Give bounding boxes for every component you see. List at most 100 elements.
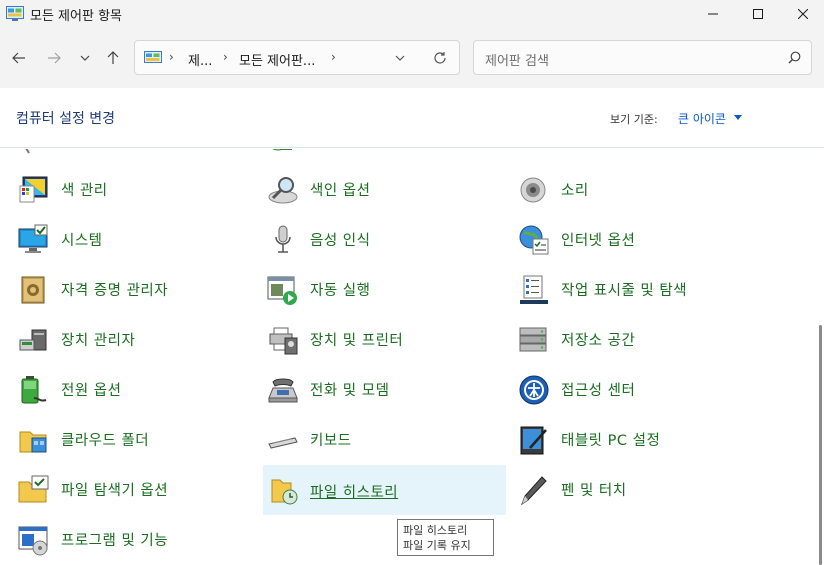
item-keyboard[interactable]: 키보드 xyxy=(267,415,507,461)
recent-locations-button[interactable] xyxy=(74,48,96,68)
ease-of-access-icon xyxy=(519,375,549,405)
file-history-icon xyxy=(271,479,298,505)
close-button[interactable] xyxy=(780,0,824,28)
page-title: 컴퓨터 설정 변경 xyxy=(16,111,116,127)
search-box[interactable]: 제어판 검색 xyxy=(473,40,812,75)
item-label: 펜 및 터치 xyxy=(561,483,627,499)
storage-spaces-icon xyxy=(519,327,547,352)
item-label: 색 관리 xyxy=(61,183,108,199)
item-label: 장치 관리자 xyxy=(61,333,136,349)
partial-item-icon xyxy=(518,149,548,155)
autoplay-icon xyxy=(267,276,297,305)
search-icon[interactable] xyxy=(788,51,801,64)
up-button[interactable] xyxy=(102,48,124,68)
breadcrumb-all-items[interactable]: 모든 제어판... xyxy=(239,50,315,69)
item-label: 작업 표시줄 및 탐색 xyxy=(561,283,688,299)
item-pen-touch[interactable]: 펜 및 터치 xyxy=(518,465,758,511)
item-file-history[interactable]: 파일 히스토리 xyxy=(263,465,506,515)
item-storage-spaces[interactable]: 저장소 공간 xyxy=(518,315,758,361)
minimize-button[interactable] xyxy=(690,0,736,28)
item-system[interactable]: 시스템 xyxy=(18,215,248,261)
item-label: 소리 xyxy=(561,183,589,199)
item-credential-manager[interactable]: 자격 증명 관리자 xyxy=(18,265,248,311)
navigation-bar: › 제... › 모든 제어판... › 제어판 검색 xyxy=(0,28,824,88)
color-management-icon xyxy=(19,176,48,203)
item-color-management[interactable]: 색 관리 xyxy=(18,165,248,211)
item-label: 전화 및 모뎀 xyxy=(310,383,390,399)
forward-button[interactable] xyxy=(43,48,65,68)
tablet-icon xyxy=(520,426,547,455)
item-power-options[interactable]: 전원 옵션 xyxy=(18,365,248,411)
work-folders-icon xyxy=(19,431,47,453)
search-input[interactable]: 제어판 검색 xyxy=(485,50,549,69)
item-label: 키보드 xyxy=(310,433,352,449)
vertical-scrollbar[interactable] xyxy=(816,149,824,565)
indexing-options-icon xyxy=(268,177,298,204)
partial-item-icon xyxy=(272,149,292,151)
view-by-dropdown[interactable]: 큰 아이콘 xyxy=(678,110,726,127)
speaker-icon xyxy=(520,177,546,203)
item-label: 저장소 공간 xyxy=(561,333,636,349)
maximize-icon xyxy=(753,9,763,19)
printer-icon xyxy=(269,327,298,355)
breadcrumb-control-panel[interactable]: 제... xyxy=(188,50,212,69)
item-device-manager[interactable]: 장치 관리자 xyxy=(18,315,248,361)
item-label: 접근성 센터 xyxy=(561,383,636,399)
programs-features-icon xyxy=(18,526,48,556)
item-phone-modem[interactable]: 전화 및 모뎀 xyxy=(267,365,507,411)
keyboard-icon xyxy=(268,437,298,449)
chevron-right-icon: › xyxy=(331,50,336,64)
item-sound[interactable]: 소리 xyxy=(518,165,758,211)
tooltip-title: 파일 히스토리 xyxy=(403,524,468,537)
item-label: 장치 및 프린터 xyxy=(310,333,404,349)
credential-vault-icon xyxy=(21,276,45,304)
item-label: 클라우드 폴더 xyxy=(61,433,150,449)
taskbar-icon xyxy=(520,275,548,304)
arrow-right-icon xyxy=(48,52,61,64)
refresh-icon[interactable] xyxy=(433,51,447,65)
content-header: 컴퓨터 설정 변경 보기 기준: 큰 아이콘 xyxy=(0,88,824,148)
item-label: 파일 탐색기 옵션 xyxy=(61,483,169,499)
item-label: 태블릿 PC 설정 xyxy=(561,433,661,449)
minimize-icon xyxy=(708,13,718,15)
item-label: 자동 실행 xyxy=(310,283,371,299)
partial-item-icon xyxy=(25,149,30,154)
item-tablet-pc[interactable]: 태블릿 PC 설정 xyxy=(518,415,758,461)
window-title: 모든 제어판 항목 xyxy=(30,9,122,24)
arrow-up-icon xyxy=(107,51,119,64)
control-panel-icon xyxy=(144,51,162,63)
item-label: 시스템 xyxy=(61,233,103,249)
chevron-right-icon: › xyxy=(169,50,174,64)
title-bar: 모든 제어판 항목 xyxy=(0,0,824,28)
chevron-down-icon xyxy=(80,55,90,61)
tooltip: 파일 히스토리 파일 기록 유지 xyxy=(397,519,494,556)
item-programs-features[interactable]: 프로그램 및 기능 xyxy=(18,515,248,561)
chevron-right-icon: › xyxy=(223,50,228,64)
item-label: 자격 증명 관리자 xyxy=(61,283,169,299)
microphone-icon xyxy=(275,225,291,253)
chevron-down-icon[interactable] xyxy=(395,55,405,61)
item-file-explorer-options[interactable]: 파일 탐색기 옵션 xyxy=(18,465,248,511)
items-grid: 색 관리 색인 옵션 소리 시스템 음성 인식 인터넷 옵션 자격 증명 관리자… xyxy=(0,149,816,565)
folder-options-icon xyxy=(18,475,49,503)
item-devices-printers[interactable]: 장치 및 프린터 xyxy=(267,315,507,361)
phone-modem-icon xyxy=(268,378,298,403)
item-label: 전원 옵션 xyxy=(61,383,122,399)
item-autoplay[interactable]: 자동 실행 xyxy=(267,265,507,311)
item-internet-options[interactable]: 인터넷 옵션 xyxy=(518,215,758,261)
maximize-button[interactable] xyxy=(735,0,781,28)
scrollbar-thumb[interactable] xyxy=(819,325,822,565)
item-label: 인터넷 옵션 xyxy=(561,233,636,249)
item-indexing-options[interactable]: 색인 옵션 xyxy=(267,165,507,211)
system-monitor-icon xyxy=(18,224,48,253)
caret-down-icon[interactable] xyxy=(734,115,742,120)
view-by-label: 보기 기준: xyxy=(610,113,658,126)
item-taskbar-navigation[interactable]: 작업 표시줄 및 탐색 xyxy=(518,265,808,311)
item-ease-of-access[interactable]: 접근성 센터 xyxy=(518,365,758,411)
item-speech-recognition[interactable]: 음성 인식 xyxy=(267,215,507,261)
item-work-folders[interactable]: 클라우드 폴더 xyxy=(18,415,248,461)
back-button[interactable] xyxy=(8,48,30,68)
address-bar[interactable]: › 제... › 모든 제어판... › xyxy=(134,40,460,75)
item-label: 파일 히스토리 xyxy=(310,485,399,501)
item-label: 음성 인식 xyxy=(310,233,371,249)
